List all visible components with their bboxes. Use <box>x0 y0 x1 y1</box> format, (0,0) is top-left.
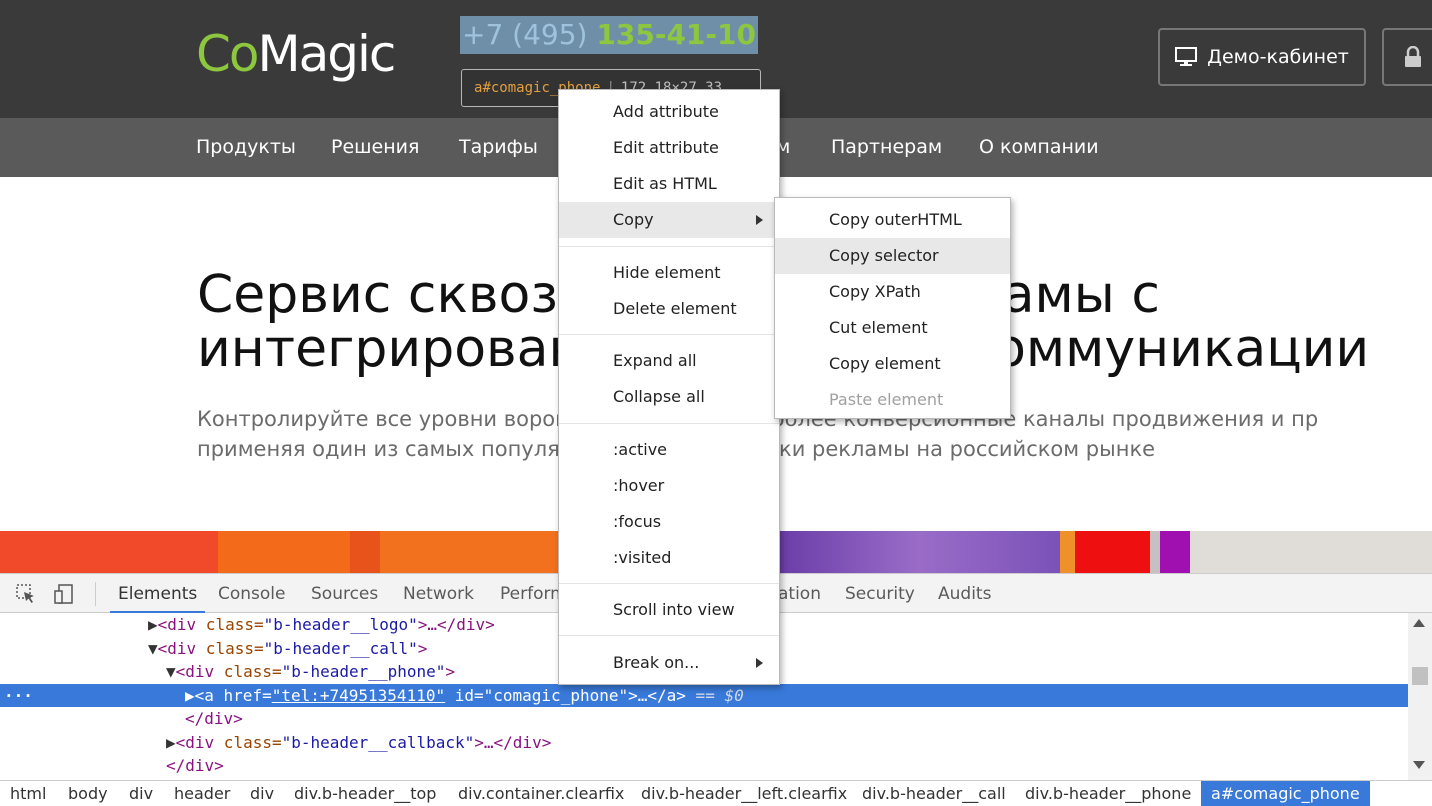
scroll-up-arrow-icon[interactable] <box>1413 619 1425 627</box>
crumb-div-2[interactable]: div <box>240 781 284 806</box>
nav-partners[interactable]: Партнерам <box>831 118 942 177</box>
menu-active-state[interactable]: :active <box>559 432 779 468</box>
toolbar-divider <box>95 582 96 606</box>
device-toolbar-icon[interactable] <box>52 582 76 606</box>
tab-application[interactable]: ation <box>778 574 821 613</box>
dom-node-close-div-2[interactable]: </div> <box>0 754 1408 777</box>
crumb-b-header-top[interactable]: div.b-header__top <box>284 781 446 806</box>
demo-cabinet-label: Демо-кабинет <box>1207 46 1349 68</box>
monitor-icon <box>1175 47 1198 66</box>
tab-security[interactable]: Security <box>845 574 915 613</box>
dom-scrollbar[interactable] <box>1408 613 1432 780</box>
crumb-b-header-left[interactable]: div.b-header__left.clearfix <box>631 781 857 806</box>
submenu-paste-element: Paste element <box>829 390 944 409</box>
submenu-cut-element[interactable]: Cut element <box>775 310 1010 346</box>
nav-about[interactable]: О компании <box>979 118 1099 177</box>
tab-network[interactable]: Network <box>403 574 474 613</box>
inspect-element-icon[interactable] <box>14 582 38 606</box>
demo-cabinet-button[interactable]: Демо-кабинет <box>1158 28 1366 86</box>
menu-separator <box>559 246 779 247</box>
crumb-comagic-phone[interactable]: a#comagic_phone <box>1201 781 1370 806</box>
menu-expand-all[interactable]: Expand all <box>559 343 779 379</box>
menu-focus-state[interactable]: :focus <box>559 504 779 540</box>
tab-elements[interactable]: Elements <box>110 574 206 613</box>
screen: CoMagic +7 (495) 135-41-10 a#comagic_pho… <box>0 0 1432 806</box>
crumb-header[interactable]: header <box>164 781 240 806</box>
context-menu: Add attribute Edit attribute Edit as HTM… <box>558 89 780 685</box>
crumb-container[interactable]: div.container.clearfix <box>448 781 634 806</box>
logo-co: Co <box>196 25 260 83</box>
submenu-copy-outerhtml[interactable]: Copy outerHTML <box>775 202 1010 238</box>
dom-node-comagic-phone-selected[interactable]: ··· ▶<a href="tel:+74951354110" id="comag… <box>0 684 1408 707</box>
crumb-body[interactable]: body <box>58 781 118 806</box>
submenu-copy-selector[interactable]: Copy selector <box>775 238 1010 274</box>
submenu-arrow-icon <box>756 215 763 225</box>
dom-breadcrumbs: html body div header div div.b-header__t… <box>0 780 1432 806</box>
logo-magic: Magic <box>257 25 397 83</box>
tab-console[interactable]: Console <box>218 574 286 613</box>
lock-icon <box>1405 46 1421 67</box>
menu-delete-element[interactable]: Delete element <box>559 291 779 327</box>
nav-products[interactable]: Продукты <box>196 118 296 177</box>
login-button[interactable] <box>1382 28 1432 86</box>
submenu-arrow-icon <box>756 658 763 668</box>
menu-separator <box>559 334 779 335</box>
comagic-logo[interactable]: CoMagic <box>196 24 397 84</box>
menu-hover-state[interactable]: :hover <box>559 468 779 504</box>
menu-collapse-all[interactable]: Collapse all <box>559 379 779 415</box>
crumb-html[interactable]: html <box>0 781 56 806</box>
phone-link-highlighted[interactable]: +7 (495) 135-41-10 <box>460 16 758 54</box>
menu-edit-as-html[interactable]: Edit as HTML <box>559 166 779 202</box>
menu-separator <box>559 423 779 424</box>
crumb-b-header-phone[interactable]: div.b-header__phone <box>1015 781 1201 806</box>
tab-audits[interactable]: Audits <box>938 574 991 613</box>
scroll-down-arrow-icon[interactable] <box>1413 761 1425 769</box>
dom-node-close-div[interactable]: </div> <box>0 707 1408 730</box>
more-options-dots[interactable]: ··· <box>4 684 33 707</box>
submenu-copy-xpath[interactable]: Copy XPath <box>775 274 1010 310</box>
menu-break-on[interactable]: Break on... <box>559 645 779 681</box>
phone-number: 135-41-10 <box>596 18 756 51</box>
tab-performance[interactable]: Perform <box>500 574 567 613</box>
nav-solutions[interactable]: Решения <box>331 118 419 177</box>
menu-scroll-into-view[interactable]: Scroll into view <box>559 592 779 628</box>
tab-sources[interactable]: Sources <box>311 574 378 613</box>
menu-separator <box>559 635 779 636</box>
menu-separator <box>559 583 779 584</box>
submenu-copy-element[interactable]: Copy element <box>775 346 1010 382</box>
copy-submenu: Copy outerHTML Copy selector Copy XPath … <box>774 197 1011 419</box>
crumb-b-header-call[interactable]: div.b-header__call <box>852 781 1016 806</box>
menu-visited-state[interactable]: :visited <box>559 540 779 576</box>
scroll-thumb[interactable] <box>1412 667 1428 685</box>
menu-edit-attribute[interactable]: Edit attribute <box>559 130 779 166</box>
dom-node-callback[interactable]: ▶<div class="b-header__callback">…</div> <box>0 731 1408 754</box>
menu-add-attribute[interactable]: Add attribute <box>559 94 779 130</box>
menu-hide-element[interactable]: Hide element <box>559 255 779 291</box>
nav-tariffs[interactable]: Тарифы <box>459 118 538 177</box>
menu-copy[interactable]: Copy <box>559 202 779 238</box>
crumb-div[interactable]: div <box>119 781 163 806</box>
phone-prefix: +7 (495) <box>462 18 597 51</box>
